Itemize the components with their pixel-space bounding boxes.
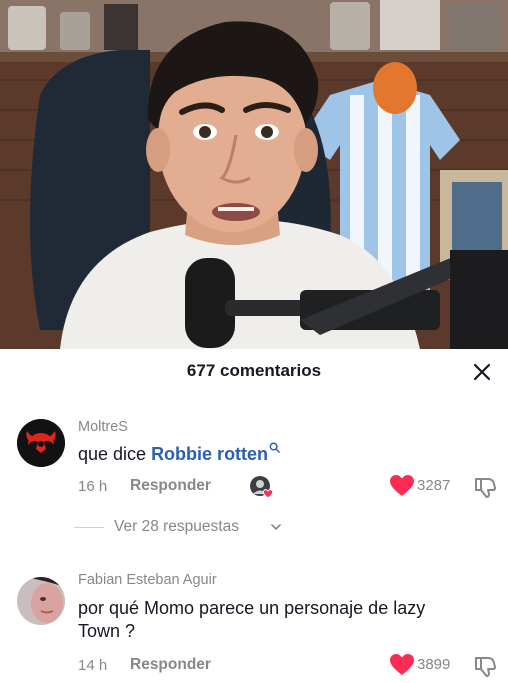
close-button[interactable] bbox=[470, 360, 494, 384]
comment-count-title: 677 comentarios bbox=[186, 361, 322, 380]
like-count: 3287 bbox=[417, 477, 451, 494]
view-replies-label: Ver 28 respuestas bbox=[114, 518, 239, 535]
video-player[interactable] bbox=[0, 0, 508, 349]
comments-header: 677 comentarios bbox=[0, 349, 508, 395]
dislike-button[interactable] bbox=[473, 475, 497, 499]
like-count: 3899 bbox=[417, 656, 451, 673]
avatar[interactable] bbox=[17, 577, 65, 625]
comment-text-plain: que dice bbox=[78, 444, 152, 464]
heart-icon bbox=[390, 654, 414, 675]
search-suggestion-label: Robbie rotten bbox=[151, 444, 269, 464]
close-icon bbox=[473, 363, 491, 381]
profile-photo bbox=[17, 577, 65, 625]
dislike-icon bbox=[475, 657, 496, 677]
creator-liked-badge bbox=[249, 474, 275, 500]
avatar[interactable] bbox=[17, 419, 65, 467]
comment-time: 14 h bbox=[78, 657, 108, 674]
search-suggestion-link[interactable]: Robbie rotten bbox=[151, 442, 280, 464]
replies-divider bbox=[74, 527, 104, 528]
chevron-down-icon bbox=[271, 524, 281, 531]
like-button[interactable]: 3899 bbox=[389, 653, 450, 679]
heart-icon bbox=[390, 475, 414, 496]
comment-username[interactable]: MoltreS bbox=[78, 419, 128, 435]
comments-sheet: 677 comentarios MoltreS que dice Robbie … bbox=[0, 349, 508, 680]
comment-username[interactable]: Fabian Esteban Aguir bbox=[78, 572, 217, 588]
like-button[interactable]: 3287 bbox=[389, 474, 450, 500]
comment-text: que dice Robbie rotten bbox=[78, 442, 478, 466]
search-icon bbox=[269, 442, 280, 453]
dislike-button[interactable] bbox=[473, 654, 497, 678]
reply-button[interactable]: Responder bbox=[130, 477, 211, 495]
comment-text-line-1: por qué Momo parece un personaje de lazy bbox=[78, 598, 426, 618]
comment-text: por qué Momo parece un personaje de lazy… bbox=[78, 597, 478, 643]
video-frame bbox=[0, 0, 508, 349]
dislike-icon bbox=[475, 478, 496, 498]
team-valor-logo-icon bbox=[17, 419, 65, 467]
comment-text-line-2: Town ? bbox=[78, 621, 136, 641]
reply-button[interactable]: Responder bbox=[130, 656, 211, 674]
comment-time: 16 h bbox=[78, 478, 108, 495]
creator-liked-icon bbox=[250, 476, 274, 499]
